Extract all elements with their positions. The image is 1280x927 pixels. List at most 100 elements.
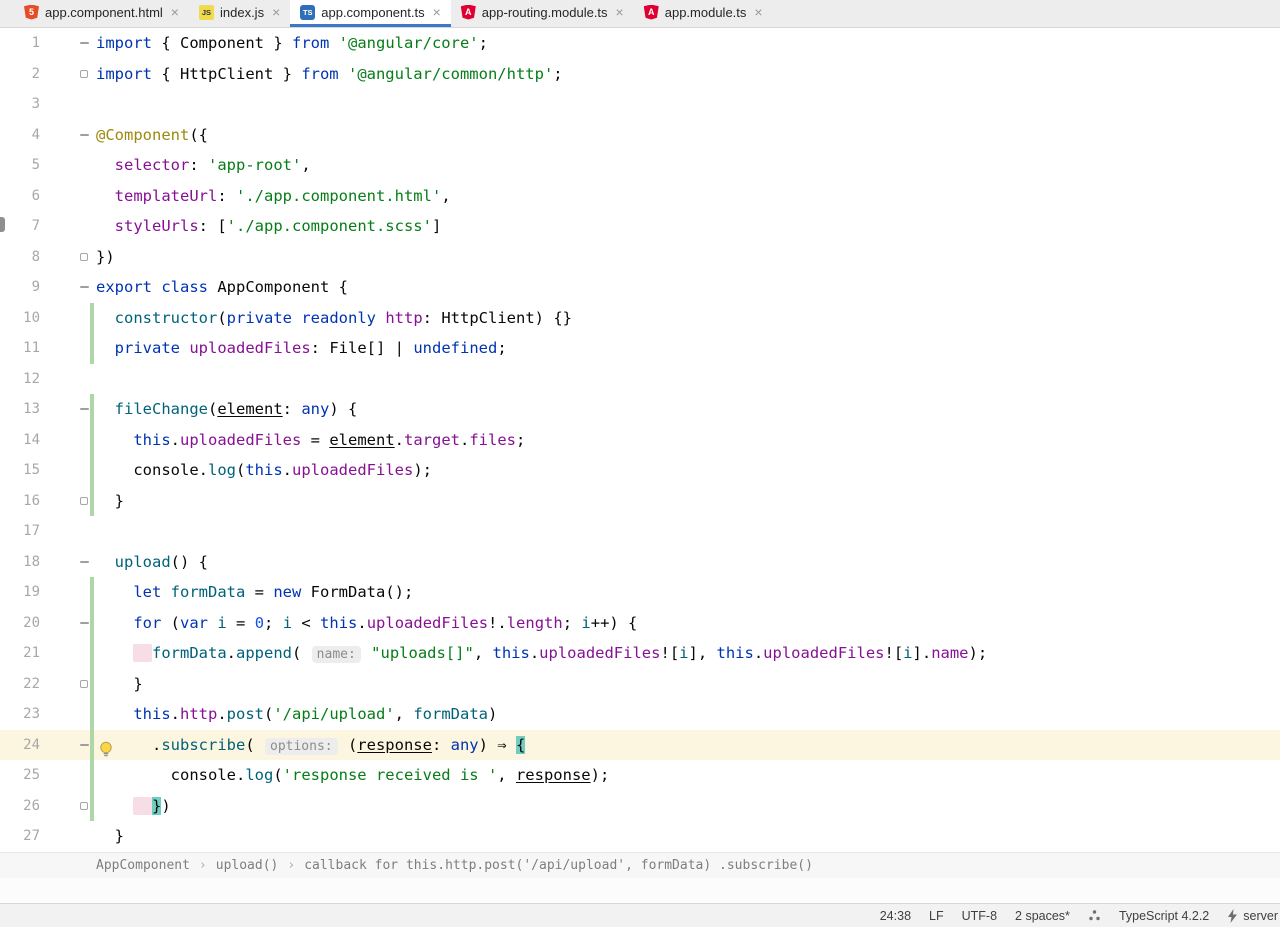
line-number[interactable]: 25 bbox=[0, 760, 40, 791]
line-number[interactable]: 6 bbox=[0, 181, 40, 212]
line-number[interactable]: 15 bbox=[0, 455, 40, 486]
code-line[interactable]: 20 for (var i = 0; i < this.uploadedFile… bbox=[0, 607, 1280, 639]
code-line[interactable]: 2 import { HttpClient } from '@angular/co… bbox=[0, 59, 1280, 90]
line-number[interactable]: 23 bbox=[0, 699, 40, 730]
status-ts-server[interactable]: server bbox=[1227, 908, 1278, 923]
fold-start-icon[interactable] bbox=[80, 743, 89, 746]
code-line[interactable]: 24 .subscribe( options: (response: any) … bbox=[0, 729, 1280, 761]
fold-end-icon[interactable] bbox=[80, 679, 88, 688]
code-line[interactable]: 22 } bbox=[0, 668, 1280, 700]
code-line[interactable]: 18 upload() { bbox=[0, 547, 1280, 578]
line-number[interactable]: 14 bbox=[0, 425, 40, 456]
vcs-change-bar[interactable] bbox=[90, 485, 94, 516]
code-line[interactable]: 6 templateUrl: './app.component.html', bbox=[0, 181, 1280, 212]
code-line[interactable]: 8}) bbox=[0, 242, 1280, 273]
vcs-change-bar[interactable] bbox=[90, 729, 94, 760]
line-number[interactable]: 13 bbox=[0, 394, 40, 425]
code-line[interactable]: 12 bbox=[0, 364, 1280, 395]
code-line[interactable]: 21 formData.append( name: "uploads[]", t… bbox=[0, 638, 1280, 669]
close-icon[interactable]: × bbox=[616, 5, 624, 19]
fold-end-icon[interactable] bbox=[80, 801, 88, 810]
line-number[interactable]: 2 bbox=[0, 59, 40, 90]
tab-app-component-html[interactable]: 5 app.component.html × bbox=[14, 0, 189, 27]
vcs-change-bar[interactable] bbox=[90, 668, 94, 699]
line-number[interactable]: 18 bbox=[0, 547, 40, 578]
line-number[interactable]: 12 bbox=[0, 364, 40, 395]
code-line[interactable]: 11 private uploadedFiles: File[] | undef… bbox=[0, 333, 1280, 364]
code-line[interactable]: 13 fileChange(element: any) { bbox=[0, 394, 1280, 425]
breadcrumb-item[interactable]: callback for this.http.post('/api/upload… bbox=[304, 858, 813, 873]
fold-end-icon[interactable] bbox=[80, 252, 88, 261]
fold-start-icon[interactable] bbox=[80, 408, 89, 411]
fold-start-icon[interactable] bbox=[80, 133, 89, 136]
code-line[interactable]: 5 selector: 'app-root', bbox=[0, 150, 1280, 181]
line-number[interactable]: 10 bbox=[0, 303, 40, 334]
vcs-change-bar[interactable] bbox=[90, 790, 94, 821]
fold-start-icon[interactable] bbox=[80, 621, 89, 624]
code-line[interactable]: 25 console.log('response received is ', … bbox=[0, 760, 1280, 791]
code-line[interactable]: 23 this.http.post('/api/upload', formDat… bbox=[0, 699, 1280, 730]
status-encoding[interactable]: UTF-8 bbox=[962, 909, 997, 923]
line-number[interactable]: 16 bbox=[0, 486, 40, 517]
line-number[interactable]: 4 bbox=[0, 120, 40, 151]
line-number[interactable]: 22 bbox=[0, 669, 40, 700]
vcs-change-bar[interactable] bbox=[90, 607, 94, 638]
vcs-change-bar[interactable] bbox=[90, 638, 94, 669]
line-number[interactable]: 21 bbox=[0, 638, 40, 669]
line-number[interactable]: 20 bbox=[0, 608, 40, 639]
line-number[interactable]: 5 bbox=[0, 150, 40, 181]
line-number[interactable]: 19 bbox=[0, 577, 40, 608]
line-number[interactable]: 1 bbox=[0, 28, 40, 59]
line-number[interactable]: 3 bbox=[0, 89, 40, 120]
fold-end-icon[interactable] bbox=[80, 496, 88, 505]
code-line[interactable]: 16 } bbox=[0, 485, 1280, 517]
code-line[interactable]: 3 bbox=[0, 89, 1280, 120]
status-inspections-widget[interactable] bbox=[1088, 909, 1101, 922]
tab-app-component-ts[interactable]: TS app.component.ts × bbox=[290, 0, 451, 27]
vcs-change-bar[interactable] bbox=[90, 699, 94, 730]
breadcrumb-item[interactable]: AppComponent bbox=[96, 858, 190, 873]
code-line[interactable]: 27 } bbox=[0, 821, 1280, 852]
tab-app-routing-module-ts[interactable]: Aapp-routing.module.ts × bbox=[451, 0, 634, 27]
fold-start-icon[interactable] bbox=[80, 286, 89, 289]
close-icon[interactable]: × bbox=[272, 5, 280, 19]
code-line[interactable]: 26 }) bbox=[0, 790, 1280, 822]
fold-end-icon[interactable] bbox=[80, 69, 88, 78]
vcs-change-bar[interactable] bbox=[90, 333, 94, 364]
line-number[interactable]: 7 bbox=[0, 211, 40, 242]
fold-start-icon[interactable] bbox=[80, 42, 89, 45]
line-number[interactable]: 24 bbox=[0, 730, 40, 761]
vcs-change-bar[interactable] bbox=[90, 455, 94, 486]
code-line[interactable]: 17 bbox=[0, 516, 1280, 547]
code-line[interactable]: 4 @Component({ bbox=[0, 120, 1280, 151]
breadcrumb-item[interactable]: upload() bbox=[216, 858, 279, 873]
tab-app-module-ts[interactable]: Aapp.module.ts × bbox=[634, 0, 773, 27]
fold-start-icon[interactable] bbox=[80, 560, 89, 563]
close-icon[interactable]: × bbox=[171, 5, 179, 19]
code-line[interactable]: 10 constructor(private readonly http: Ht… bbox=[0, 302, 1280, 334]
code-line[interactable]: 15 console.log(this.uploadedFiles); bbox=[0, 455, 1280, 486]
code-line[interactable]: 19 let formData = new FormData(); bbox=[0, 577, 1280, 608]
close-icon[interactable]: × bbox=[433, 5, 441, 19]
line-number[interactable]: 9 bbox=[0, 272, 40, 303]
status-line-separator[interactable]: LF bbox=[929, 909, 944, 923]
vcs-change-bar[interactable] bbox=[90, 394, 94, 425]
vcs-change-bar[interactable] bbox=[90, 424, 94, 455]
tab-index-js[interactable]: JS index.js × bbox=[189, 0, 290, 27]
code-line[interactable]: 7 styleUrls: ['./app.component.scss'] bbox=[0, 211, 1280, 242]
line-number[interactable]: 27 bbox=[0, 821, 40, 852]
line-number[interactable]: 26 bbox=[0, 791, 40, 822]
line-number[interactable]: 8 bbox=[0, 242, 40, 273]
vcs-change-bar[interactable] bbox=[90, 760, 94, 791]
editor[interactable]: 1 import { Component } from '@angular/cor… bbox=[0, 28, 1280, 852]
intention-bulb-icon[interactable] bbox=[99, 737, 113, 756]
line-number[interactable]: 17 bbox=[0, 516, 40, 547]
status-caret-position[interactable]: 24:38 bbox=[880, 909, 911, 923]
vcs-change-bar[interactable] bbox=[90, 577, 94, 608]
code-line[interactable]: 1 import { Component } from '@angular/cor… bbox=[0, 28, 1280, 59]
code-line[interactable]: 9 export class AppComponent { bbox=[0, 272, 1280, 303]
close-icon[interactable]: × bbox=[754, 5, 762, 19]
line-number[interactable]: 11 bbox=[0, 333, 40, 364]
status-typescript-version[interactable]: TypeScript 4.2.2 bbox=[1119, 909, 1209, 923]
status-indent[interactable]: 2 spaces* bbox=[1015, 909, 1070, 923]
